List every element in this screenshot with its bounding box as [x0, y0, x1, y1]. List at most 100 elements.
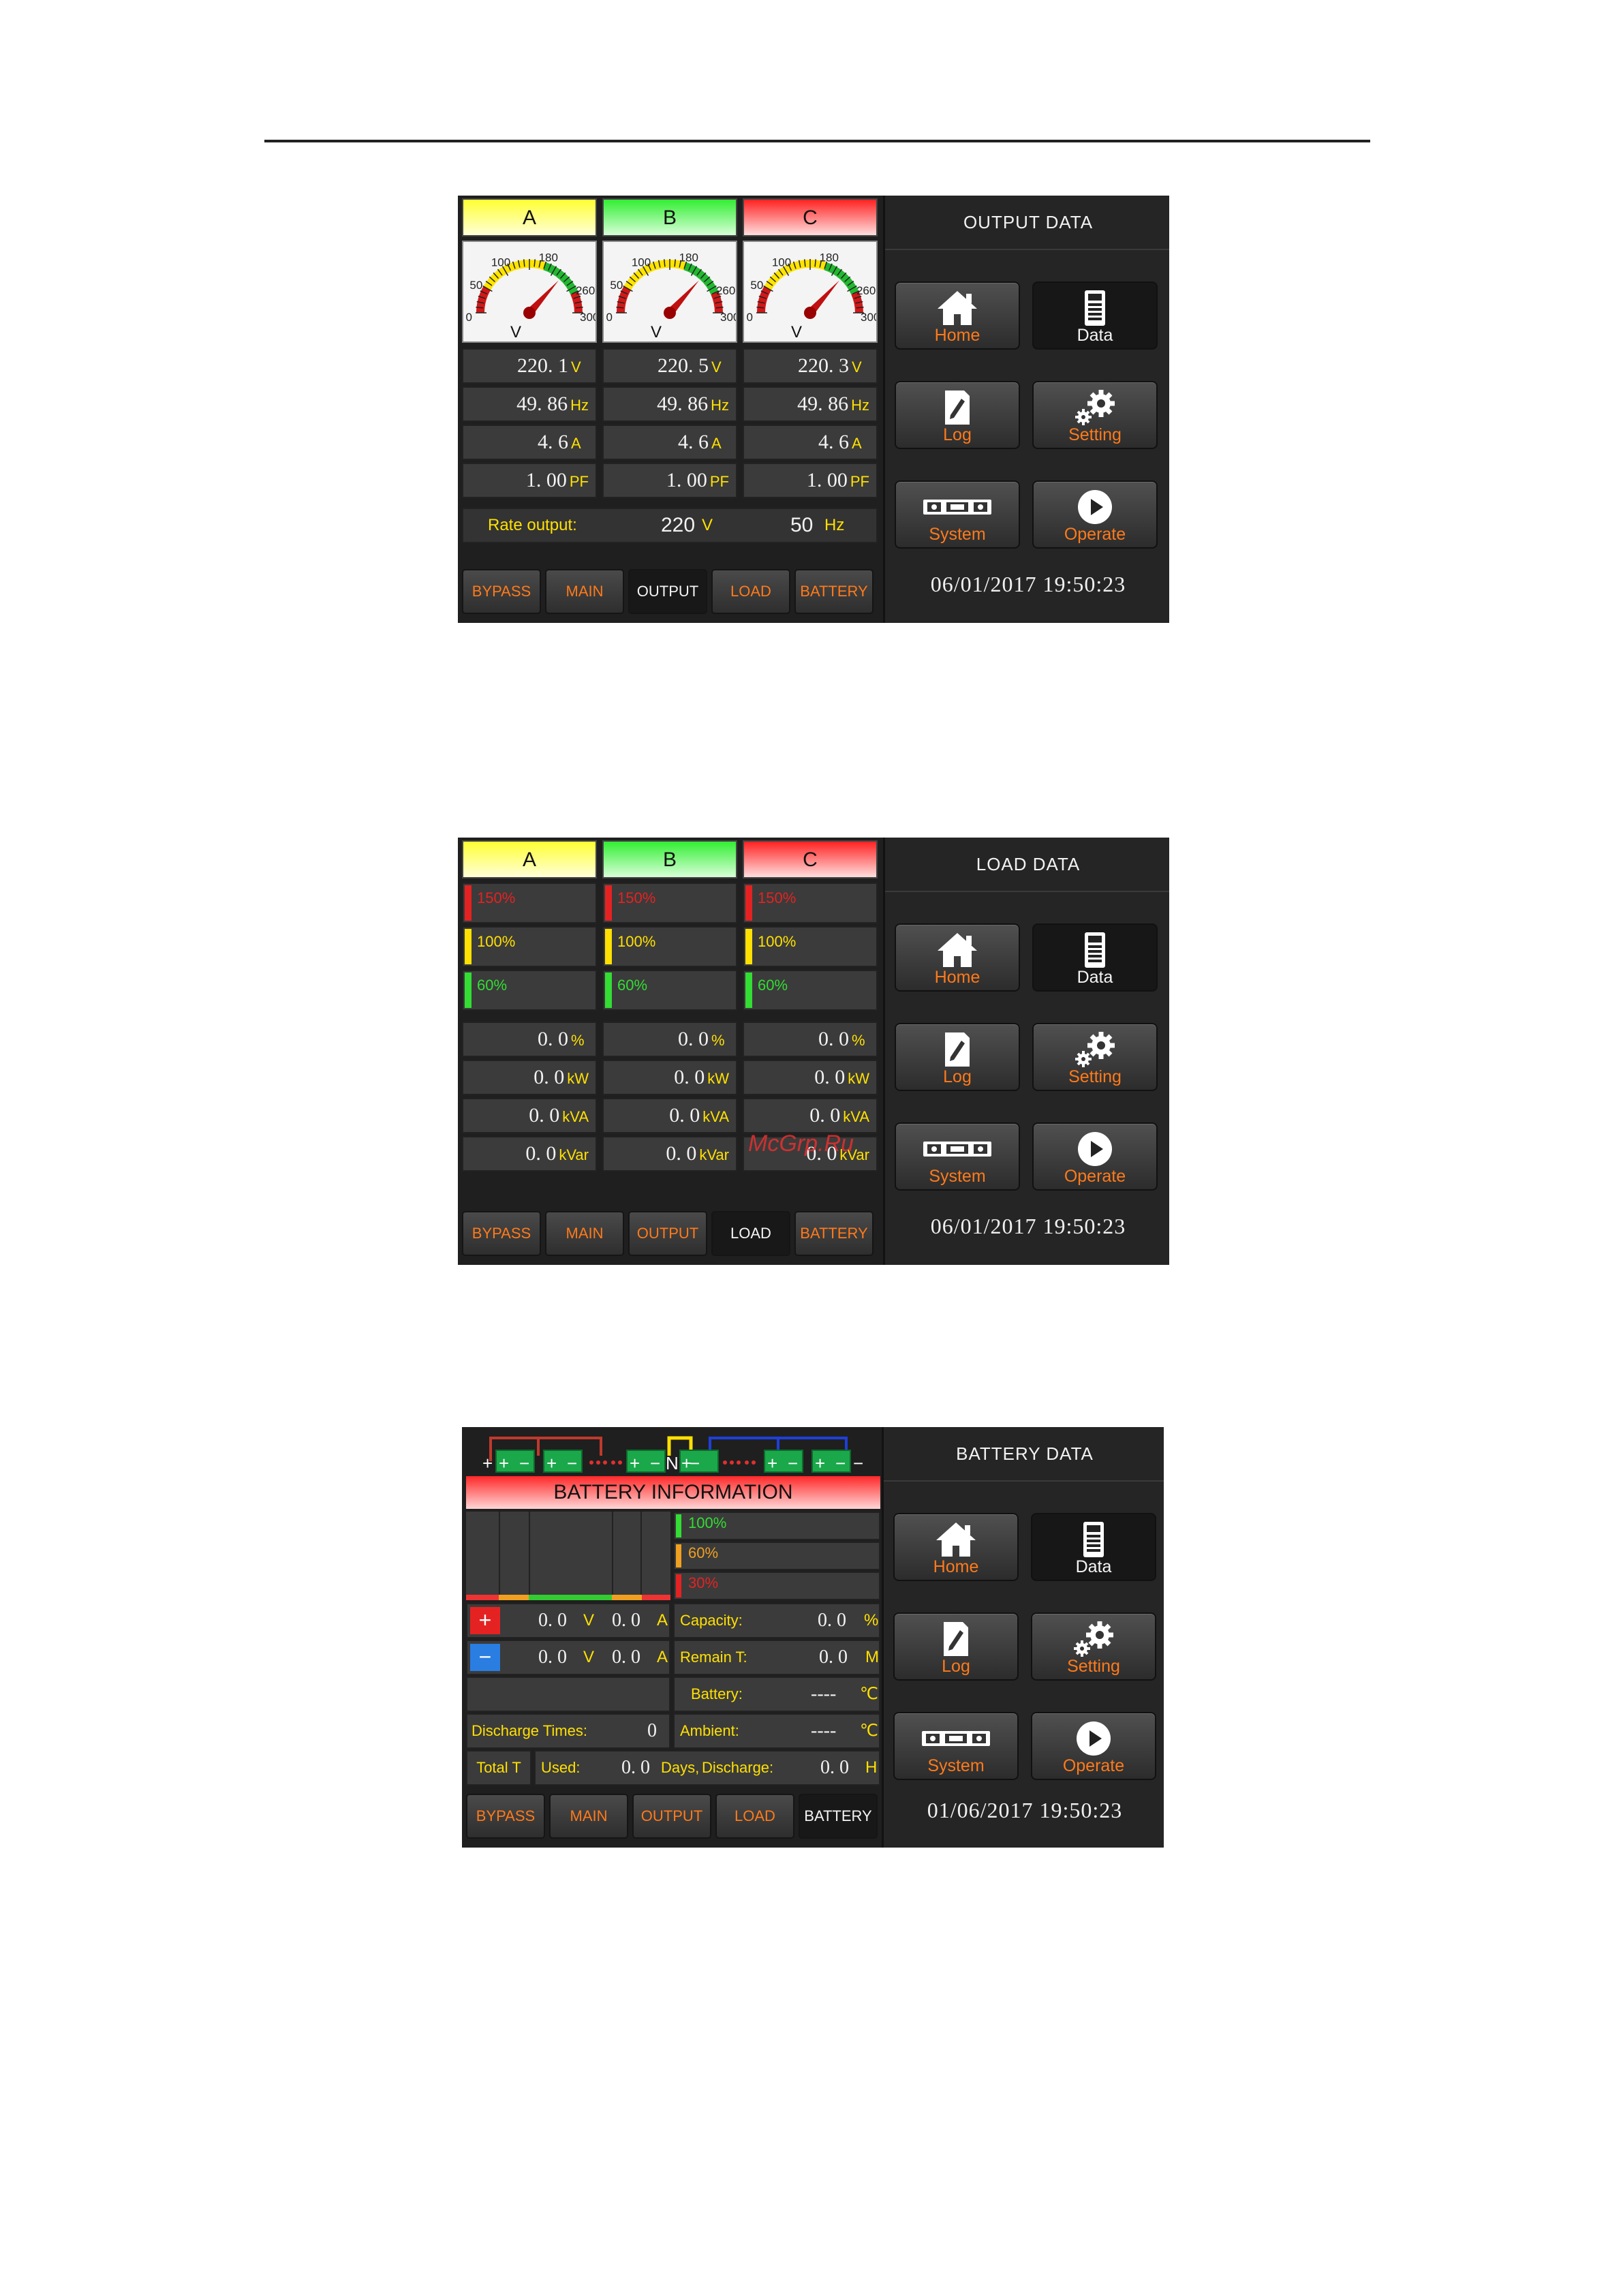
tab-battery[interactable]: BATTERY — [794, 1211, 874, 1256]
tab-output[interactable]: OUTPUT — [632, 1794, 711, 1839]
negative-voltage-unit: V — [583, 1648, 595, 1666]
value-number: 0. 0 — [814, 1066, 846, 1088]
tab-main[interactable]: MAIN — [545, 1211, 624, 1256]
value-unit: kW — [707, 1070, 729, 1087]
value-unit: kVA — [562, 1108, 589, 1125]
total-time-button[interactable]: Total T — [466, 1750, 531, 1786]
battery-level-bar: 60% — [673, 1542, 880, 1570]
home-button[interactable]: Home — [893, 1513, 1019, 1581]
tab-load[interactable]: LOAD — [715, 1794, 794, 1839]
value-number: 4. 6 — [818, 431, 849, 453]
level-stripe — [605, 929, 612, 964]
discharge-label: Discharge: — [702, 1759, 774, 1776]
value-unit: V — [711, 358, 722, 376]
value-unit: Hz — [851, 397, 869, 414]
negative-sign-icon: − — [470, 1644, 500, 1671]
tab-bypass[interactable]: BYPASS — [462, 569, 541, 614]
operate-button[interactable]: Operate — [1031, 1712, 1156, 1780]
value-cell: 0. 0 kVA — [462, 1098, 597, 1133]
tab-output[interactable]: OUTPUT — [628, 569, 707, 614]
svg-text:0: 0 — [746, 311, 752, 324]
home-label: Home — [933, 1557, 979, 1576]
setting-button[interactable]: Setting — [1031, 1612, 1156, 1681]
voltmeter-gauge-a: 0 50 100 180 260 300 V — [462, 241, 599, 343]
svg-text:+: + — [482, 1453, 493, 1473]
level-stripe — [465, 973, 472, 1008]
load-level-bar: 150% — [743, 883, 878, 923]
load-level-bar: 100% — [462, 926, 597, 967]
tab-bypass[interactable]: BYPASS — [466, 1794, 545, 1839]
usage-row: Used: 0. 0 Days, Discharge: 0. 0 H — [534, 1750, 880, 1786]
operate-icon — [1032, 1719, 1155, 1758]
setting-button[interactable]: Setting — [1032, 1023, 1158, 1091]
phase-c-header: C — [743, 840, 878, 878]
data-button[interactable]: Data — [1032, 923, 1158, 992]
load-level-bar: 100% — [602, 926, 737, 967]
voltmeter-gauge-c: 0 50 100 180 260 300 V — [743, 241, 880, 343]
ambient-temp-unit: ℃ — [860, 1721, 878, 1740]
discharge-times-label: Discharge Times: — [472, 1722, 587, 1739]
tab-bypass[interactable]: BYPASS — [462, 1211, 541, 1256]
svg-text:0: 0 — [606, 311, 612, 324]
negative-current: 0. 0 — [612, 1647, 640, 1668]
log-button[interactable]: Log — [893, 1612, 1019, 1681]
operate-button[interactable]: Operate — [1032, 1122, 1158, 1191]
total-time-label: Total T — [476, 1759, 521, 1776]
data-button[interactable]: Data — [1031, 1513, 1156, 1581]
data-icon — [1034, 930, 1156, 970]
level-stripe — [745, 929, 752, 964]
log-button[interactable]: Log — [895, 1023, 1020, 1091]
log-button[interactable]: Log — [895, 381, 1020, 449]
tab-battery[interactable]: BATTERY — [799, 1794, 878, 1839]
home-button[interactable]: Home — [895, 281, 1020, 350]
setting-button[interactable]: Setting — [1032, 381, 1158, 449]
battery-nav-panel: BATTERY DATA Home Data Log Setting System Ope… — [882, 1427, 1164, 1848]
tab-load[interactable]: LOAD — [711, 569, 790, 614]
level-label: 60% — [617, 977, 648, 994]
level-label: 60% — [477, 977, 508, 994]
home-button[interactable]: Home — [895, 923, 1020, 992]
positive-current-unit: A — [657, 1611, 668, 1629]
ambient-temp-row: Ambient: ---- ℃ — [673, 1713, 880, 1749]
value-number: 0. 0 — [669, 1104, 700, 1127]
system-icon — [896, 1129, 1019, 1169]
tab-output[interactable]: OUTPUT — [628, 1211, 707, 1256]
setting-icon — [1032, 1619, 1155, 1659]
value-number: 0. 0 — [809, 1104, 841, 1127]
battery-cell-bars — [466, 1512, 670, 1600]
value-cell: 0. 0 kVar — [602, 1136, 737, 1172]
value-cell: 0. 0 kW — [462, 1060, 597, 1095]
log-label: Log — [943, 1067, 972, 1086]
load-nav-panel: LOAD DATA Home Data Log Setting System Operat… — [883, 838, 1169, 1265]
level-label: 150% — [617, 889, 656, 906]
data-button[interactable]: Data — [1032, 281, 1158, 350]
system-button[interactable]: System — [895, 1122, 1020, 1191]
battery-level-bar: 30% — [673, 1572, 880, 1600]
level-label: 60% — [758, 977, 788, 994]
level-label: 100% — [688, 1514, 727, 1531]
tab-main[interactable]: MAIN — [549, 1794, 628, 1839]
operate-label: Operate — [1064, 1167, 1126, 1186]
tab-main[interactable]: MAIN — [545, 569, 624, 614]
tab-load[interactable]: LOAD — [711, 1211, 790, 1256]
level-stripe — [465, 929, 472, 964]
value-cell: 0. 0% — [462, 1022, 597, 1057]
operate-button[interactable]: Operate — [1032, 480, 1158, 549]
system-button[interactable]: System — [893, 1712, 1019, 1780]
value-unit: kVar — [559, 1146, 589, 1163]
value-number: 1. 00 — [806, 469, 848, 491]
setting-icon — [1034, 1030, 1156, 1069]
battery-temp-value: ---- — [811, 1683, 837, 1704]
data-icon — [1032, 1520, 1155, 1559]
positive-sign-icon: + — [470, 1607, 500, 1634]
value-number: 220. 1 — [517, 354, 568, 377]
value-unit: Hz — [711, 397, 729, 414]
setting-label: Setting — [1068, 425, 1122, 444]
data-icon — [1034, 288, 1156, 328]
tab-battery[interactable]: BATTERY — [794, 569, 874, 614]
level-label: 100% — [477, 933, 516, 950]
value-unit: V — [852, 358, 862, 376]
svg-text:300: 300 — [720, 311, 736, 324]
system-button[interactable]: System — [895, 480, 1020, 549]
used-unit: Days, — [661, 1759, 700, 1776]
